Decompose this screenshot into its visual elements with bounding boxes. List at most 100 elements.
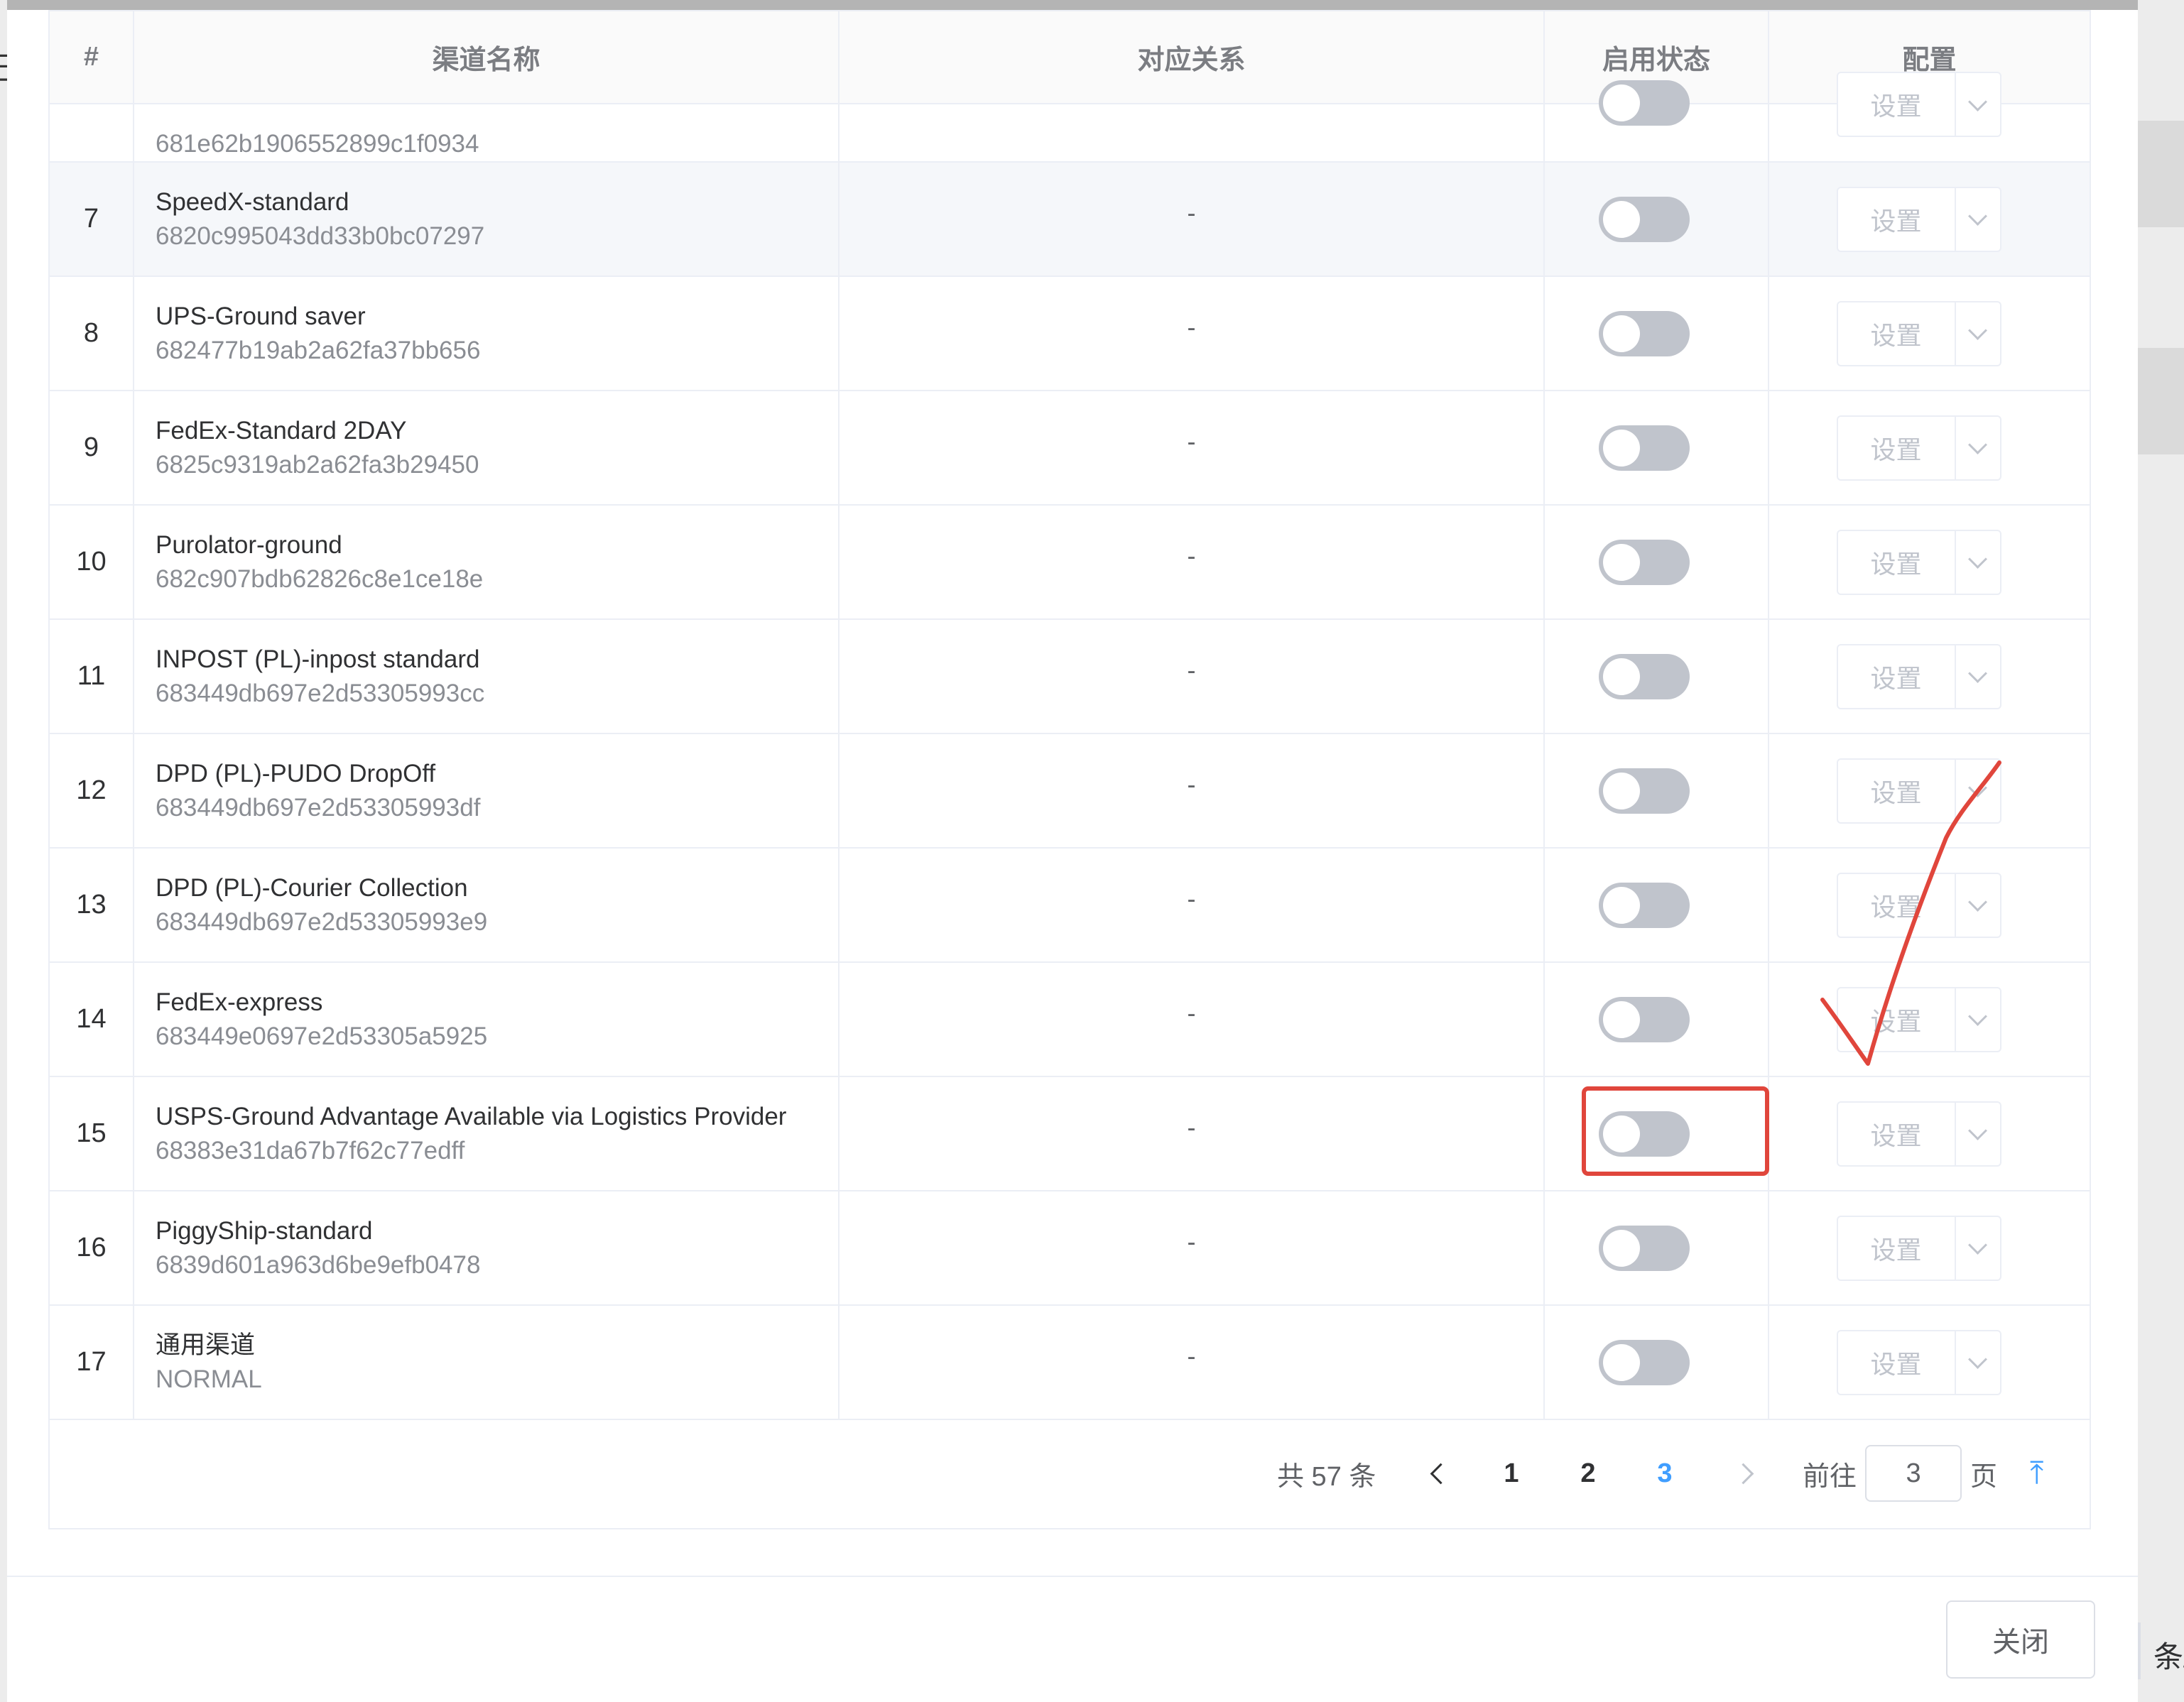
dialog-footer-divider [7,1576,2138,1577]
row-index: 14 [50,962,134,1077]
table-row: 11 INPOST (PL)-inpost standard 683449db697… [50,619,2090,734]
channel-name: PiggyShip-standard [156,1216,373,1245]
config-dropdown-button[interactable] [1956,988,2000,1051]
row-index: 16 [50,1191,134,1306]
enable-switch[interactable] [1599,1339,1690,1385]
background-fragment-right: 条/ [2153,1640,2184,1674]
config-dropdown-button[interactable] [1956,417,2000,479]
config-button[interactable]: 设置 [1838,645,1956,708]
enable-switch[interactable] [1599,996,1690,1042]
channel-name: DPD (PL)-PUDO DropOff [156,759,436,787]
chevron-down-icon [1968,1121,1987,1140]
channel-name: INPOST (PL)-inpost standard [156,645,480,673]
config-dropdown-button[interactable] [1956,73,2000,136]
config-dropdown-button[interactable] [1956,1103,2000,1165]
channel-name: FedEx-Standard 2DAY [156,416,407,444]
config-button[interactable]: 设置 [1838,302,1956,365]
enable-switch[interactable] [1599,310,1690,356]
config-dropdown-button[interactable] [1956,645,2000,708]
enable-switch[interactable] [1599,80,1690,126]
row-index: 7 [50,162,134,277]
config-dropdown-button[interactable] [1956,188,2000,251]
config-button[interactable]: 设置 [1838,988,1956,1051]
page-2[interactable]: 2 [1567,1417,1609,1529]
switch-knob [1603,429,1640,467]
page-3[interactable]: 3 [1644,1417,1686,1529]
config-button-group: 设置 [1836,758,2001,824]
enable-switch[interactable] [1599,768,1690,814]
config-dropdown-button[interactable] [1956,1217,2000,1280]
row-index: 17 [50,1305,134,1420]
header-index: # [50,11,134,104]
back-to-top-button[interactable]: ⤒ [2030,1417,2043,1529]
channel-id: 683449db697e2d53305993cc [156,679,485,707]
enable-switch[interactable] [1599,425,1690,471]
config-button[interactable]: 设置 [1838,1331,1956,1394]
enable-switch[interactable] [1599,882,1690,928]
table-row: 17 通用渠道 NORMAL - 设置 [50,1305,2090,1420]
config-button[interactable]: 设置 [1838,1216,1956,1280]
channel-id: 681e62b1906552899c1f0934 [156,130,479,158]
switch-knob [1603,315,1640,352]
switch-knob [1603,543,1640,581]
enable-switch[interactable] [1599,1111,1690,1157]
pagination: 共 57 条 1 2 3 前往 3 页 ⤒ [48,1417,2091,1529]
chevron-down-icon [1968,321,1987,340]
switch-knob [1603,200,1640,238]
chevron-down-icon [1968,664,1987,683]
channel-id: 682c907bdb62826c8e1ce18e [156,564,484,593]
config-button[interactable]: 设置 [1838,187,1956,251]
config-button[interactable]: 设置 [1838,530,1956,594]
row-index: 11 [50,619,134,734]
config-button-group: 设置 [1836,643,2001,709]
config-button-group: 设置 [1836,72,2001,137]
config-button-group: 设置 [1836,529,2001,595]
channel-config-dialog: # 渠道名称 对应关系 启用状态 配置 681e62b1906552899c1f… [7,10,2138,1702]
mapping-value: - [839,276,1545,391]
config-button[interactable]: 设置 [1838,416,1956,479]
table-row: 16 PiggyShip-standard 6839d601a963d6be9efb… [50,1191,2090,1306]
config-button[interactable]: 设置 [1838,1102,1956,1165]
config-button-group: 设置 [1836,1329,2001,1395]
goto-jumper: 前往 3 页 [1803,1417,1997,1529]
table-row: 681e62b1906552899c1f0934 设置 [50,72,2090,163]
page-1[interactable]: 1 [1490,1417,1533,1529]
config-button-group: 设置 [1836,300,2001,366]
goto-page-input[interactable]: 3 [1865,1445,1962,1502]
enable-switch[interactable] [1599,196,1690,242]
prev-page-button[interactable] [1419,1417,1462,1529]
row-index: 15 [50,1076,134,1191]
table-row: 15 USPS-Ground Advantage Available via Lo… [50,1076,2090,1191]
config-dropdown-button[interactable] [1956,874,2000,937]
table-row: 12 DPD (PL)-PUDO DropOff 683449db697e2d533… [50,733,2090,849]
enable-switch[interactable] [1599,653,1690,699]
config-dropdown-button[interactable] [1956,531,2000,594]
config-dropdown-button[interactable] [1956,302,2000,365]
table-row: 9 FedEx-Standard 2DAY 6825c9319ab2a62fa3b2… [50,391,2090,506]
mapping-value: - [839,391,1545,506]
enable-switch[interactable] [1599,1225,1690,1271]
row-index: 10 [50,505,134,620]
close-button[interactable]: 关闭 [1946,1600,2095,1679]
chevron-down-icon [1968,550,1987,569]
switch-knob [1603,772,1640,809]
mapping-value: - [839,1076,1545,1191]
enable-switch[interactable] [1599,539,1690,585]
config-dropdown-button[interactable] [1956,760,2000,822]
next-page-button[interactable] [1722,1417,1764,1529]
config-dropdown-button[interactable] [1956,1331,2000,1394]
config-button[interactable]: 设置 [1838,759,1956,822]
config-button[interactable]: 设置 [1838,873,1956,937]
table-row: 13 DPD (PL)-Courier Collection 683449db697… [50,848,2090,963]
header-channel-name: 渠道名称 [134,11,840,104]
switch-knob [1603,1229,1640,1267]
channel-name: 通用渠道 [156,1331,256,1359]
channel-name: FedEx-express [156,988,323,1016]
channel-name: USPS-Ground Advantage Available via Logi… [156,1102,787,1130]
chevron-down-icon [1968,435,1987,454]
config-button[interactable]: 设置 [1838,73,1956,136]
goto-prefix: 前往 [1803,1461,1857,1492]
background-row-band [2138,121,2184,227]
background-separator [2138,1622,2141,1679]
channel-id: 682477b19ab2a62fa37bb656 [156,336,481,364]
